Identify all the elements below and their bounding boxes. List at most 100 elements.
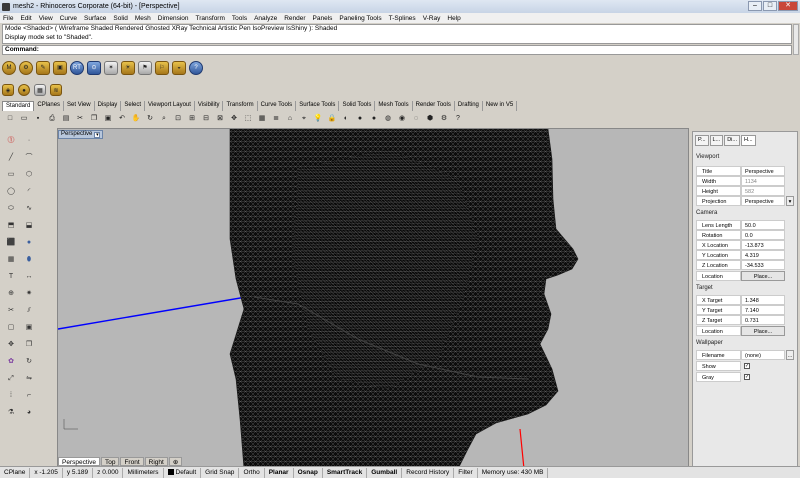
rotate-icon[interactable]: ↻: [22, 355, 36, 369]
tab-drafting[interactable]: Drafting: [454, 101, 483, 111]
lens-field[interactable]: 50.0: [741, 220, 785, 230]
vray-light-icon[interactable]: ✶: [104, 61, 118, 75]
target-place-button[interactable]: Place...: [741, 326, 785, 336]
vray-sphere-light-icon[interactable]: ●: [18, 84, 30, 96]
menu-v-ray[interactable]: V-Ray: [423, 15, 441, 22]
point-icon[interactable]: ·: [22, 134, 36, 148]
maximize-button[interactable]: □: [763, 1, 777, 11]
color-icon[interactable]: ◐: [340, 113, 352, 125]
save-icon[interactable]: ▪: [32, 113, 44, 125]
tab-set-view[interactable]: Set View: [64, 101, 95, 111]
fillet-icon[interactable]: ⌐: [22, 389, 36, 403]
tab-standard[interactable]: Standard: [2, 101, 35, 111]
vray-spot-light-icon[interactable]: ⚑: [138, 61, 152, 75]
layer-pane[interactable]: Default: [164, 467, 202, 478]
smarttrack-toggle[interactable]: SmartTrack: [323, 467, 368, 478]
cylinder-icon[interactable]: ⬮: [22, 253, 36, 267]
tab-visibility[interactable]: Visibility: [194, 101, 224, 111]
render-icon[interactable]: ◉: [396, 113, 408, 125]
menu-analyze[interactable]: Analyze: [254, 15, 277, 22]
curve-icon[interactable]: ∿: [22, 202, 36, 216]
minimize-button[interactable]: –: [748, 1, 762, 11]
ghosted-sphere-icon[interactable]: ◍: [382, 113, 394, 125]
close-button[interactable]: ✕: [778, 1, 798, 11]
panel-tab-properties[interactable]: P...: [695, 135, 709, 146]
box-icon[interactable]: ⬛: [4, 236, 18, 250]
ortho-toggle[interactable]: Ortho: [239, 467, 265, 478]
open-icon[interactable]: ▭: [18, 113, 30, 125]
select-icon[interactable]: ⬚: [242, 113, 254, 125]
viewport-tab-perspective[interactable]: Perspective: [58, 457, 100, 466]
dimension-icon[interactable]: ↔: [22, 270, 36, 284]
new-file-icon[interactable]: □: [4, 113, 16, 125]
circle-icon[interactable]: ◯: [4, 185, 18, 199]
yloc-field[interactable]: 4.319: [741, 250, 785, 260]
vray-dome-light-icon[interactable]: ◒: [172, 61, 186, 75]
lock-icon[interactable]: 🔒: [326, 113, 338, 125]
import-icon[interactable]: ▤: [60, 113, 72, 125]
vray-options-icon[interactable]: ⚙: [19, 61, 33, 75]
chevron-down-icon[interactable]: ▾: [786, 196, 794, 206]
vray-mesh-light-icon[interactable]: ◈: [2, 84, 14, 96]
trim-icon[interactable]: ✂: [4, 304, 18, 318]
command-scrollbar[interactable]: [793, 24, 799, 55]
join-icon[interactable]: ⊕: [4, 287, 18, 301]
viewport-tab-top[interactable]: Top: [100, 457, 120, 466]
extrude-icon[interactable]: ⬓: [22, 219, 36, 233]
grid-snap-toggle[interactable]: Grid Snap: [201, 467, 240, 478]
rendered-sphere-icon[interactable]: ●: [368, 113, 380, 125]
command-prompt[interactable]: Command:: [2, 45, 792, 55]
panel-tab-help[interactable]: H...: [740, 135, 756, 146]
xloc-field[interactable]: -13.873: [741, 240, 785, 250]
vray-material-editor-icon[interactable]: ✎: [36, 61, 50, 75]
menu-tools[interactable]: Tools: [232, 15, 247, 22]
vray-ies-light-icon[interactable]: ⚐: [155, 61, 169, 75]
move-icon[interactable]: ✥: [4, 338, 18, 352]
sphere-icon[interactable]: ●: [22, 236, 36, 250]
tab-curve-tools[interactable]: Curve Tools: [257, 101, 297, 111]
polyline-icon[interactable]: ⌒: [22, 151, 36, 165]
ellipse-icon[interactable]: ⬭: [4, 202, 18, 216]
tab-select[interactable]: Select: [121, 101, 145, 111]
browse-button[interactable]: ...: [786, 350, 794, 360]
split-icon[interactable]: ⫽: [22, 304, 36, 318]
arc-icon[interactable]: ◜: [22, 185, 36, 199]
vray-proxy-icon[interactable]: ▦: [34, 84, 46, 96]
print-icon[interactable]: ⎙: [46, 113, 58, 125]
title-field[interactable]: Perspective: [741, 166, 785, 176]
polygon-icon[interactable]: ⬡: [22, 168, 36, 182]
options-icon[interactable]: ⚙: [438, 113, 450, 125]
text-icon[interactable]: T: [4, 270, 18, 284]
vray-help-icon[interactable]: ?: [189, 61, 203, 75]
mirror-icon[interactable]: ⇋: [22, 372, 36, 386]
vray-rt-icon[interactable]: RT: [70, 61, 84, 75]
wireframe-sphere-icon[interactable]: ◌: [410, 113, 422, 125]
paste-icon[interactable]: ▣: [102, 113, 114, 125]
perspective-viewport[interactable]: [57, 128, 689, 470]
menu-edit[interactable]: Edit: [20, 15, 31, 22]
tab-cplanes[interactable]: CPlanes: [34, 101, 65, 111]
zoom-icon[interactable]: ⌕: [158, 113, 170, 125]
xtarget-field[interactable]: 1.348: [741, 295, 785, 305]
menu-surface[interactable]: Surface: [84, 15, 106, 22]
properties-icon[interactable]: ⌂: [284, 113, 296, 125]
vray-batch-icon[interactable]: ⊙: [87, 61, 101, 75]
grid-icon[interactable]: ▦: [256, 113, 268, 125]
ztarget-field[interactable]: 0.731: [741, 315, 785, 325]
gumball-toggle[interactable]: Gumball: [367, 467, 403, 478]
line-icon[interactable]: ╱: [4, 151, 18, 165]
units-pane[interactable]: Millimeters: [123, 467, 164, 478]
camera-place-button[interactable]: Place...: [741, 271, 785, 281]
menu-transform[interactable]: Transform: [196, 15, 225, 22]
tab-render-tools[interactable]: Render Tools: [412, 101, 455, 111]
material-icon[interactable]: ⬢: [424, 113, 436, 125]
zoom-selected-icon[interactable]: ⊟: [200, 113, 212, 125]
tab-mesh-tools[interactable]: Mesh Tools: [375, 101, 413, 111]
ungroup-icon[interactable]: ▣: [22, 321, 36, 335]
filename-field[interactable]: (none): [741, 350, 785, 360]
vray-frame-buffer-icon[interactable]: ▣: [53, 61, 67, 75]
menu-file[interactable]: File: [3, 15, 13, 22]
menu-view[interactable]: View: [39, 15, 53, 22]
surface-icon[interactable]: ⬒: [4, 219, 18, 233]
menu-paneling-tools[interactable]: Paneling Tools: [339, 15, 381, 22]
